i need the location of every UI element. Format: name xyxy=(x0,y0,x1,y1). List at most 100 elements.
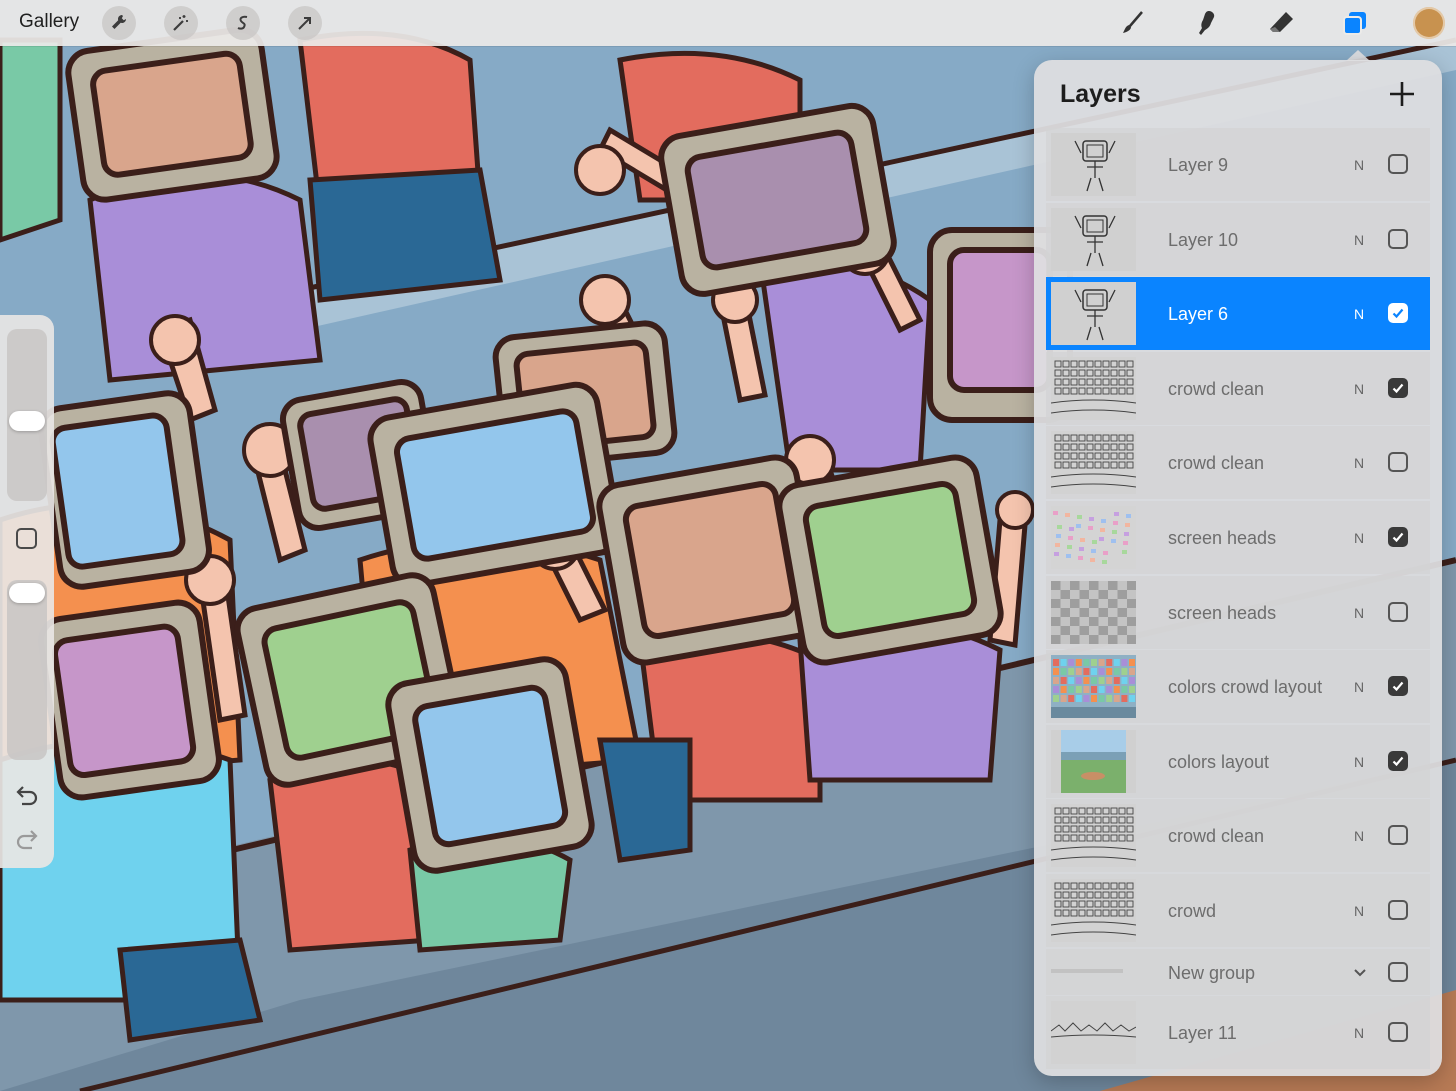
transform-arrow-icon-glyph xyxy=(298,17,311,30)
layer-thumbnail xyxy=(1051,804,1136,868)
layer-name: Layer 11 xyxy=(1168,1023,1237,1044)
layer-thumbnail xyxy=(1051,505,1136,569)
panel-title: Layers xyxy=(1060,80,1141,108)
brush-icon[interactable] xyxy=(1116,6,1150,40)
eraser-icon-glyph xyxy=(1270,12,1293,32)
layer-row[interactable]: crowd clean N xyxy=(1046,426,1430,500)
checkmark-icon xyxy=(1392,681,1404,692)
layers-icon[interactable] xyxy=(1338,6,1372,40)
smudge-icon[interactable] xyxy=(1190,6,1224,40)
visibility-checkbox[interactable] xyxy=(1388,601,1408,622)
opacity-slider[interactable] xyxy=(7,580,47,760)
visibility-checkbox[interactable] xyxy=(1388,825,1408,846)
layer-thumbnail xyxy=(1051,580,1136,644)
visibility-checkbox[interactable] xyxy=(1388,154,1408,174)
layer-name: crowd xyxy=(1168,900,1217,921)
smudge-icon-glyph xyxy=(1199,11,1215,35)
layer-row[interactable]: colors layout N xyxy=(1046,724,1430,798)
layer-name: screen heads xyxy=(1168,527,1277,548)
opacity-knob[interactable] xyxy=(9,583,45,603)
blend-mode-button[interactable]: N xyxy=(1354,754,1364,770)
layer-row[interactable]: crowd clean N xyxy=(1046,351,1430,425)
blend-mode-button[interactable]: N xyxy=(1354,306,1364,322)
color-picker[interactable] xyxy=(1413,7,1445,39)
visibility-checkbox[interactable] xyxy=(1388,303,1408,324)
layer-thumbnail xyxy=(1051,356,1136,420)
blend-mode-button[interactable]: N xyxy=(1354,1025,1364,1041)
checkmark-icon xyxy=(1392,532,1404,543)
layer-name: Layer 9 xyxy=(1168,155,1229,175)
blend-mode-button[interactable]: N xyxy=(1354,530,1364,546)
blend-mode-button[interactable]: N xyxy=(1354,903,1364,919)
top-toolbar: Gallery xyxy=(0,0,1456,46)
blend-mode-button[interactable]: N xyxy=(1354,605,1364,621)
layer-thumbnail xyxy=(1051,207,1136,271)
visibility-checkbox[interactable] xyxy=(1388,228,1408,249)
layer-row[interactable]: Layer 9 N xyxy=(1046,128,1430,201)
layer-thumbnail xyxy=(1051,133,1136,196)
layer-row[interactable]: Layer 6 N xyxy=(1046,277,1430,351)
layer-row[interactable]: screen heads N xyxy=(1046,500,1430,574)
layers-panel: Layers Layer 9 N Layer 10 N Layer 6 Ncrowd cl… xyxy=(1034,60,1442,1076)
blend-mode-button[interactable]: N xyxy=(1354,157,1364,173)
layer-row[interactable]: crowd clean N xyxy=(1046,799,1430,873)
layer-group-row[interactable]: New group xyxy=(1046,948,1430,995)
magic-wand-icon[interactable] xyxy=(164,6,198,40)
layer-name: New group xyxy=(1168,962,1256,983)
redo-icon[interactable] xyxy=(14,827,40,851)
checkmark-icon xyxy=(1392,756,1404,766)
checkmark-icon xyxy=(1392,383,1404,393)
layer-thumbnail xyxy=(1051,431,1136,495)
modify-button[interactable] xyxy=(16,528,37,549)
visibility-checkbox[interactable] xyxy=(1388,452,1408,473)
visibility-checkbox[interactable] xyxy=(1388,676,1408,697)
layer-name: colors crowd layout xyxy=(1168,677,1323,698)
layer-row[interactable]: Layer 11 N xyxy=(1046,996,1430,1070)
undo-icon[interactable] xyxy=(14,783,40,807)
layer-thumbnail xyxy=(1051,878,1136,942)
visibility-checkbox[interactable] xyxy=(1388,961,1408,982)
layer-row[interactable]: Layer 10 N xyxy=(1046,202,1430,276)
layer-thumbnail xyxy=(1051,968,1123,973)
layer-name: Layer 10 xyxy=(1168,229,1239,250)
chevron-down-icon[interactable] xyxy=(1353,965,1367,979)
left-sidebar xyxy=(0,315,54,868)
transform-arrow-icon[interactable] xyxy=(288,6,322,40)
blend-mode-button[interactable]: N xyxy=(1354,679,1364,695)
checkmark-icon xyxy=(1392,308,1404,319)
wrench-icon[interactable] xyxy=(102,6,136,40)
blend-mode-button[interactable]: N xyxy=(1354,828,1364,844)
layer-thumbnail xyxy=(1051,1001,1136,1065)
brush-icon-glyph xyxy=(1123,11,1143,33)
visibility-checkbox[interactable] xyxy=(1388,1022,1408,1043)
visibility-checkbox[interactable] xyxy=(1388,526,1408,547)
magic-wand-icon-glyph xyxy=(173,15,188,31)
eraser-icon[interactable] xyxy=(1264,6,1298,40)
visibility-checkbox[interactable] xyxy=(1388,377,1408,398)
add-layer-button[interactable] xyxy=(1388,80,1416,108)
layer-name: crowd clean xyxy=(1168,378,1265,399)
layer-row[interactable]: screen heads N xyxy=(1046,575,1430,649)
layer-name: crowd clean xyxy=(1168,453,1265,474)
layer-row[interactable]: crowd N xyxy=(1046,873,1430,947)
layer-name: screen heads xyxy=(1168,602,1277,623)
blend-mode-button[interactable]: N xyxy=(1354,381,1364,397)
wrench-icon-glyph xyxy=(112,14,127,29)
brush-size-knob[interactable] xyxy=(9,411,45,431)
layer-name: Layer 6 xyxy=(1168,304,1229,325)
layer-list: Layer 9 N Layer 10 N Layer 6 Ncrowd clean Ncro… xyxy=(1046,128,1430,1071)
layers-icon-glyph xyxy=(1343,12,1366,35)
layer-name: colors layout xyxy=(1168,751,1270,772)
visibility-checkbox[interactable] xyxy=(1388,750,1408,771)
selection-icon[interactable] xyxy=(226,6,260,40)
layer-thumbnail xyxy=(1051,282,1136,346)
visibility-checkbox[interactable] xyxy=(1388,899,1408,920)
layer-thumbnail xyxy=(1051,655,1136,719)
gallery-button[interactable]: Gallery xyxy=(19,11,79,33)
blend-mode-button[interactable]: N xyxy=(1354,232,1364,248)
selection-icon-glyph xyxy=(237,15,248,30)
layer-name: crowd clean xyxy=(1168,826,1265,847)
blend-mode-button[interactable]: N xyxy=(1354,455,1364,471)
layer-thumbnail xyxy=(1051,729,1136,793)
layer-row[interactable]: colors crowd layout N xyxy=(1046,650,1430,724)
